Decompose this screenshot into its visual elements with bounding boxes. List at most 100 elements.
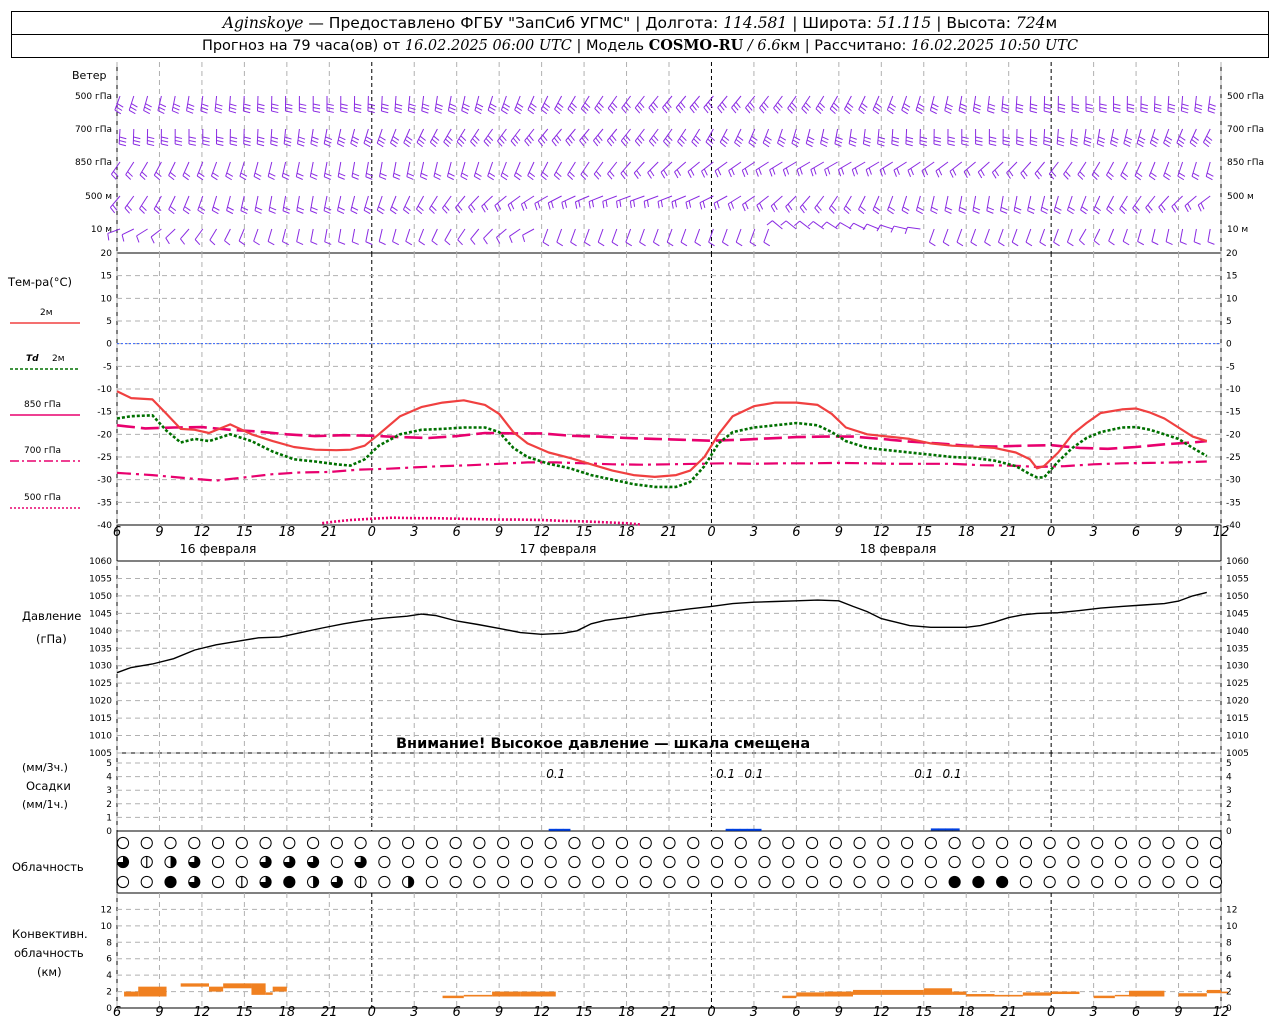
wind-barb [714, 161, 728, 178]
wind-barb [309, 195, 318, 214]
wind-barb [520, 195, 535, 211]
conv-tick: 4 [1226, 971, 1232, 981]
pressure-tick: 1025 [1226, 679, 1249, 689]
conv-tick: 6 [1226, 955, 1232, 965]
wind-barb [197, 195, 206, 215]
precip-label: 0.1 [943, 767, 962, 781]
wind-barbs [107, 95, 1216, 247]
precip-tick: 1 [106, 813, 112, 823]
wind-barb [256, 95, 265, 114]
wind-barb [583, 228, 591, 247]
temp-title: Тем-ра(°С) [7, 275, 72, 289]
cloud-symbol [901, 855, 914, 869]
wind-level-label: 10 м [91, 225, 112, 235]
conv-tick: 12 [101, 905, 112, 915]
wind-barb [542, 228, 550, 247]
pressure-tick: 1040 [89, 627, 112, 637]
cloud-symbol [116, 875, 130, 889]
precip-bar [753, 828, 762, 831]
wind-barb [777, 128, 787, 148]
wind-barb [634, 128, 645, 147]
wind-barb [929, 95, 939, 115]
precip-bar [548, 828, 557, 831]
cloud-symbol [520, 875, 534, 889]
wind-barb [215, 128, 224, 146]
pressure-tick: 1020 [89, 697, 112, 707]
wind-barb [1043, 128, 1052, 147]
cloud-symbol [663, 855, 676, 869]
x-tick-label: 6 [113, 525, 121, 540]
wind-barb [905, 128, 914, 147]
wind-barb [118, 128, 127, 147]
cloud-symbol [188, 836, 201, 850]
wind-barb [326, 95, 334, 113]
wind-barb [780, 220, 797, 230]
legend-td-symbol: Td [26, 354, 39, 364]
wind-barb [444, 228, 452, 246]
date-label: 16 февраля [180, 541, 257, 556]
precip-bar [952, 828, 960, 831]
cloud-symbol [805, 855, 819, 869]
cloud-symbol [544, 855, 557, 869]
wind-barb [310, 228, 318, 245]
wind-barb [1029, 95, 1038, 114]
wind-barb [1083, 128, 1092, 147]
wind-barb [1039, 228, 1047, 247]
wind-barb [380, 95, 389, 114]
wind-barb [124, 195, 135, 214]
wind-barb [942, 228, 950, 247]
wind-barb [139, 195, 149, 214]
temp-tick: -35 [97, 498, 112, 508]
precip-bar [930, 828, 939, 831]
legend-t700-label: 700 гПа [24, 446, 61, 456]
wind-barb [494, 195, 507, 212]
x-tick-label: 6 [1132, 1005, 1140, 1020]
cloud-symbol [639, 855, 652, 869]
cloud-symbol [948, 836, 961, 850]
wind-barb [312, 95, 321, 113]
conv-bar [1114, 994, 1129, 997]
cloud-symbol [1091, 855, 1104, 869]
x-tick-label: 9 [495, 1005, 503, 1020]
cloud-symbol [330, 836, 343, 850]
wind-barb [671, 195, 686, 209]
wind-barb [429, 128, 440, 148]
pressure-warning: Внимание! Высокое давление — шкала смеще… [396, 736, 810, 752]
x-tick-label: 0 [1047, 1005, 1055, 1020]
x-tick-label: 21 [661, 1005, 678, 1020]
cloud-symbol [140, 855, 153, 869]
temp-tick: 10 [1226, 294, 1238, 304]
wind-barb [460, 161, 469, 181]
cloud-symbol [829, 836, 842, 850]
wind-barb [756, 195, 769, 212]
wind-barb [283, 128, 292, 147]
conv-tick: 6 [106, 955, 112, 965]
wind-barb [1158, 195, 1170, 214]
wind-barb [350, 128, 360, 148]
cloud-symbol [1067, 855, 1080, 869]
cloud-symbol [1091, 875, 1104, 889]
x-tick-label: 21 [321, 525, 338, 540]
cloud-symbol [972, 875, 985, 889]
x-tick-label: 9 [835, 525, 843, 540]
conv-bar [138, 986, 167, 997]
wind-barb [928, 228, 936, 247]
cloud-symbol [853, 855, 866, 869]
conv-tick: 0 [106, 1004, 112, 1014]
wind-barb [580, 161, 590, 180]
wind-barb [1113, 95, 1121, 113]
cloud-symbol [877, 855, 890, 869]
wind-barb [336, 128, 346, 147]
pressure-tick: 1060 [89, 557, 112, 567]
wind-barb [972, 195, 981, 214]
cloud-symbol [877, 836, 890, 850]
wind-barb [648, 128, 659, 147]
wind-barb [1171, 195, 1183, 213]
wind-barb [762, 128, 772, 148]
wind-barb [1066, 228, 1074, 247]
cloud-symbol [924, 875, 937, 889]
wind-barb [597, 228, 605, 247]
wind-barb [961, 128, 969, 146]
meteogram: 0.1 0.1 0.1 0.1 0.1 669912121515181821210033… [7, 62, 1264, 1020]
wind-barb [1000, 195, 1008, 214]
